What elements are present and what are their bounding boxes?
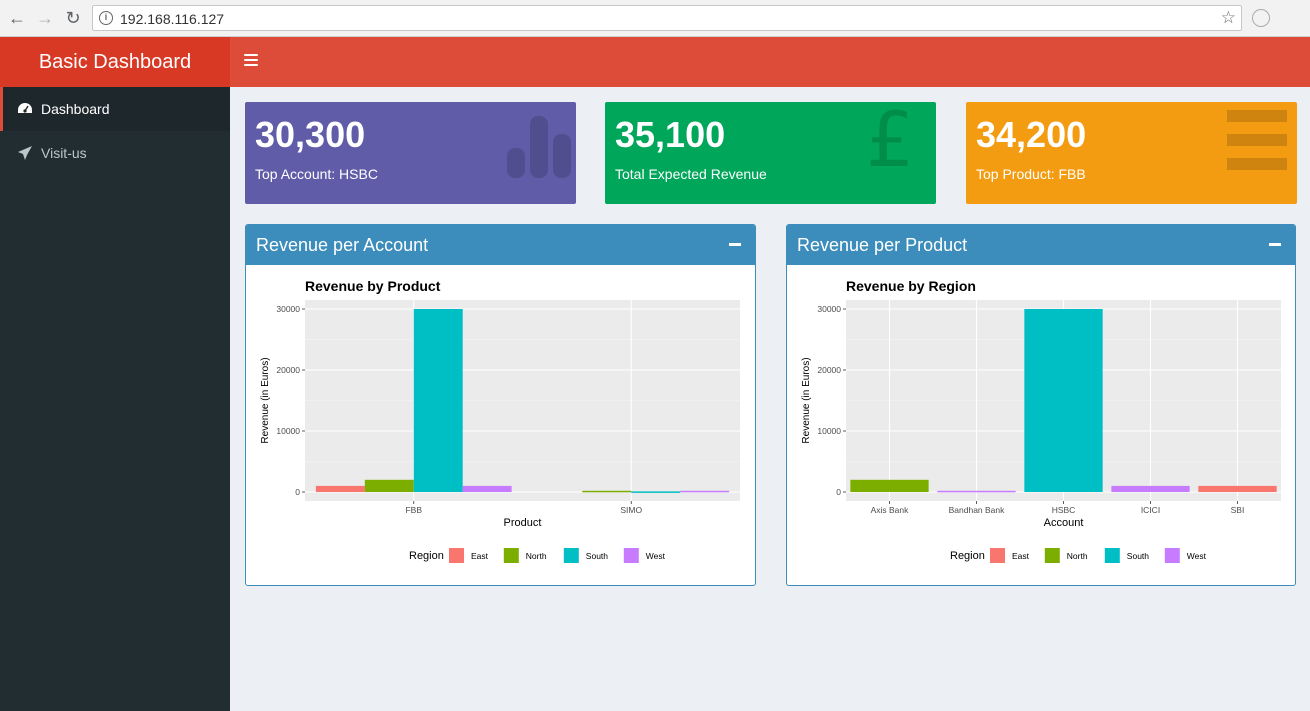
paper-plane-icon <box>18 146 32 160</box>
value-box-number: 30,300 <box>255 114 366 155</box>
legend-swatch-north <box>1044 548 1060 563</box>
bar-north <box>582 490 632 493</box>
bar-west <box>1111 485 1190 492</box>
sidebar-toggle-icon[interactable] <box>244 54 258 68</box>
y-tick-label: 10000 <box>817 426 841 436</box>
chart-revenue-by-region: Revenue by Region 0 10000 20000 30000 Axis Ba… <box>801 278 1281 563</box>
browser-toolbar: ← → ↻ i 192.168.116.127 ☆ <box>0 0 1310 37</box>
forward-arrow-icon[interactable]: → <box>34 7 56 29</box>
value-box-total-revenue: 35,100 Total Expected Revenue £ <box>605 102 936 204</box>
legend-swatch-east <box>990 548 1005 563</box>
x-tick-label: HSBC <box>1052 505 1076 515</box>
chart-title: Revenue by Region <box>846 278 976 294</box>
y-tick-label: 30000 <box>817 304 841 314</box>
pound-icon: £ <box>866 104 914 172</box>
value-box-top-product: 34,200 Top Product: FBB <box>966 102 1297 204</box>
legend-label: East <box>471 551 489 561</box>
panel-revenue-per-account: Revenue per Account Revenue by Product 0 1… <box>245 224 756 586</box>
x-tick-label: Bandhan Bank <box>949 505 1006 515</box>
value-box-number: 35,100 <box>615 114 726 155</box>
panel-header: Revenue per Product <box>787 225 1295 265</box>
bar-south <box>631 491 681 493</box>
y-tick-label: 20000 <box>276 365 300 375</box>
panel-header: Revenue per Account <box>246 225 755 265</box>
legend-label: West <box>1187 551 1207 561</box>
bar-west <box>680 490 730 493</box>
chart-title: Revenue by Product <box>305 278 441 294</box>
extension-icon[interactable] <box>1252 9 1270 27</box>
legend-label: North <box>1067 551 1088 561</box>
legend-swatch-south <box>563 548 579 563</box>
sidebar-item-visit-us[interactable]: Visit-us <box>0 131 230 175</box>
bar-south <box>413 309 463 492</box>
x-tick-label: FBB <box>405 505 422 515</box>
bookmark-star-icon[interactable]: ☆ <box>1221 8 1236 28</box>
legend-swatch-north <box>503 548 519 563</box>
bar-west <box>937 490 1016 493</box>
menu-icon <box>1227 110 1287 170</box>
reload-icon[interactable]: ↻ <box>62 7 84 29</box>
legend-label: South <box>1127 551 1149 561</box>
legend-title: Region <box>950 550 985 562</box>
legend-swatch-east <box>449 548 464 563</box>
y-tick-label: 0 <box>836 487 841 497</box>
back-arrow-icon[interactable]: ← <box>6 7 28 29</box>
legend-swatch-west <box>1164 548 1180 563</box>
chart-revenue-by-product: Revenue by Product 0 10000 20000 30000 FBB SIM… <box>260 278 740 563</box>
value-box-number: 34,200 <box>976 114 1087 155</box>
x-axis-label: Product <box>504 517 542 529</box>
bar-west <box>462 485 512 492</box>
dashboard-icon <box>18 103 32 113</box>
top-navbar <box>230 37 1310 87</box>
value-box-subtitle: Top Product: FBB <box>976 166 1086 182</box>
collapse-icon[interactable] <box>1269 243 1281 246</box>
sidebar: Dashboard Visit-us <box>0 87 230 711</box>
bar-south <box>1024 309 1103 492</box>
x-tick-label: SIMO <box>620 505 642 515</box>
sidebar-item-label: Dashboard <box>41 101 110 117</box>
panel-revenue-per-product: Revenue per Product Revenue by Region 0 10… <box>786 224 1296 586</box>
svg-text:£: £ <box>866 104 914 172</box>
legend-swatch-west <box>623 548 639 563</box>
bar-north <box>364 479 414 492</box>
legend-label: East <box>1012 551 1030 561</box>
value-box-top-account: 30,300 Top Account: HSBC <box>245 102 576 204</box>
panel-title: Revenue per Account <box>256 235 429 255</box>
url-text[interactable]: 192.168.116.127 <box>120 11 224 27</box>
app-logo[interactable]: Basic Dashboard <box>0 37 230 87</box>
y-tick-label: 10000 <box>276 426 300 436</box>
info-icon[interactable]: i <box>99 11 113 25</box>
collapse-icon[interactable] <box>729 243 741 246</box>
y-tick-label: 0 <box>295 487 300 497</box>
sidebar-item-dashboard[interactable]: Dashboard <box>0 87 230 131</box>
y-axis-label: Revenue (in Euros) <box>801 357 812 443</box>
y-axis-label: Revenue (in Euros) <box>260 357 271 443</box>
value-box-subtitle: Top Account: HSBC <box>255 166 378 182</box>
y-tick-label: 30000 <box>276 304 300 314</box>
legend-label: West <box>646 551 666 561</box>
legend-swatch-south <box>1104 548 1120 563</box>
legend-label: South <box>586 551 608 561</box>
legend-title: Region <box>409 550 444 562</box>
bar-east <box>315 485 365 492</box>
address-bar[interactable]: i 192.168.116.127 ☆ <box>92 5 1242 31</box>
x-axis-label: Account <box>1044 517 1084 529</box>
value-box-subtitle: Total Expected Revenue <box>615 166 767 182</box>
legend-label: North <box>526 551 547 561</box>
x-tick-label: SBI <box>1231 505 1245 515</box>
bar-north <box>850 479 929 492</box>
y-tick-label: 20000 <box>817 365 841 375</box>
x-tick-label: Axis Bank <box>871 505 910 515</box>
panel-title: Revenue per Product <box>797 235 968 255</box>
bar-east <box>1198 485 1277 492</box>
sidebar-item-label: Visit-us <box>41 145 87 161</box>
x-tick-label: ICICI <box>1141 505 1160 515</box>
bar-chart-icon <box>507 116 571 178</box>
